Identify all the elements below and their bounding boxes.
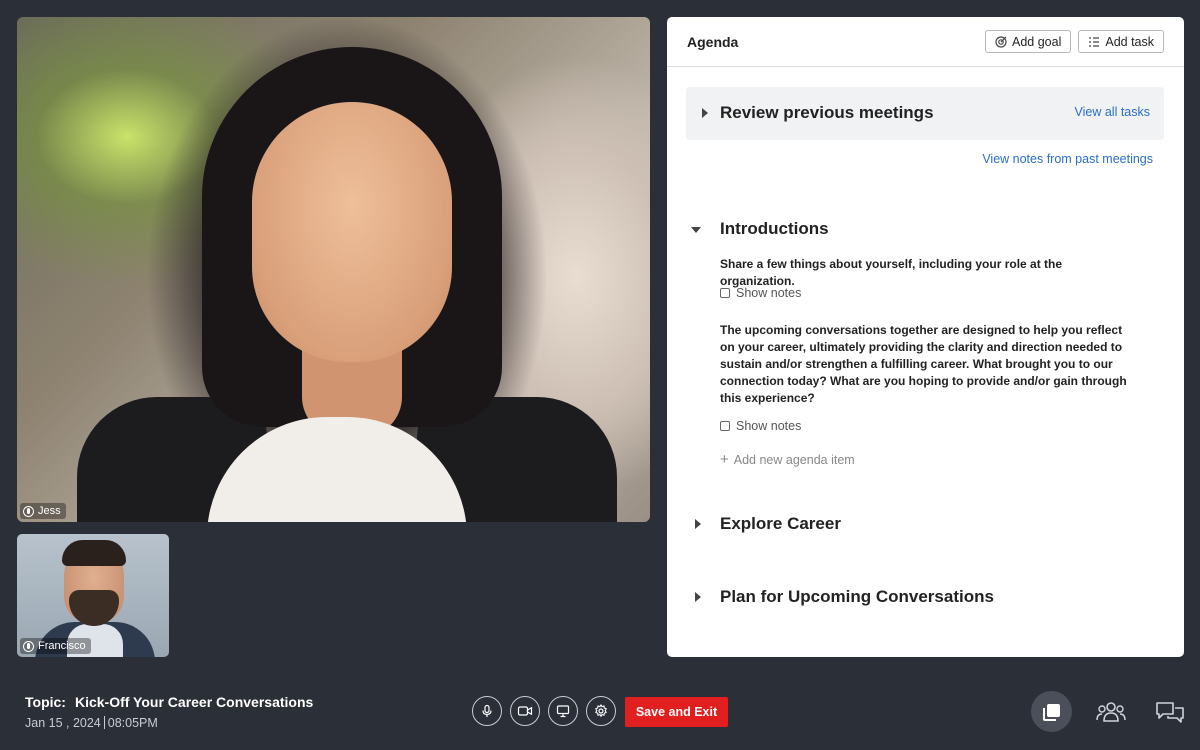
camera-button[interactable] <box>510 696 540 726</box>
add-agenda-item-label: Add new agenda item <box>733 452 855 467</box>
microphone-button[interactable] <box>472 696 502 726</box>
participant-name-tag: Jess <box>20 503 66 519</box>
chevron-right-icon[interactable] <box>695 592 701 602</box>
video-camera-icon <box>517 706 533 716</box>
thumb-figure-beard <box>69 590 119 626</box>
view-past-notes-link[interactable]: View notes from past meetings <box>982 152 1153 166</box>
chevron-right-icon[interactable] <box>702 108 708 118</box>
participant-name: Jess <box>38 505 61 517</box>
screen-share-icon <box>556 705 570 718</box>
chat-button[interactable] <box>1149 691 1190 732</box>
participant-name: Francisco <box>38 640 86 652</box>
microphone-muted-icon <box>23 505 34 517</box>
agenda-panel: Agenda Add goal Add task Review previous… <box>667 17 1184 657</box>
view-all-tasks-link[interactable]: View all tasks <box>1075 105 1151 119</box>
agenda-item-text: Share a few things about yourself, inclu… <box>720 257 1063 288</box>
show-notes-toggle[interactable]: Show notes <box>720 286 801 300</box>
review-section-title: Review previous meetings <box>720 103 934 122</box>
thumbnail-video-tile[interactable]: Francisco <box>17 534 169 657</box>
settings-button[interactable] <box>586 696 616 726</box>
save-and-exit-button[interactable]: Save and Exit <box>625 697 728 727</box>
introductions-section-title[interactable]: Introductions <box>720 219 829 239</box>
participants-icon <box>1095 701 1126 722</box>
microphone-icon <box>482 704 492 717</box>
thumb-figure-hair <box>62 540 126 566</box>
review-section-header[interactable]: Review previous meetings View all tasks <box>686 87 1164 140</box>
note-icon <box>720 288 730 298</box>
panel-toggles <box>1031 691 1190 732</box>
add-goal-label: Add goal <box>1012 34 1062 49</box>
show-notes-toggle[interactable]: Show notes <box>720 419 801 433</box>
plus-icon: + <box>720 451 729 468</box>
agenda-title: Agenda <box>687 33 739 50</box>
meeting-date: Jan 15 , 2024 <box>25 716 101 730</box>
target-icon <box>995 35 1007 48</box>
gear-icon <box>595 704 607 718</box>
add-task-button[interactable]: Add task <box>1078 30 1164 53</box>
topic-label: Topic: <box>25 694 66 710</box>
chevron-down-icon[interactable] <box>691 227 701 233</box>
datetime-divider <box>103 716 105 729</box>
plan-section-title[interactable]: Plan for Upcoming Conversations <box>720 587 994 607</box>
meeting-datetime: Jan 15 , 2024 08:05PM <box>25 716 158 730</box>
participants-button[interactable] <box>1090 691 1131 732</box>
agenda-item-text: The upcoming conversations together are … <box>720 323 1127 405</box>
microphone-muted-icon <box>23 640 34 652</box>
show-notes-label: Show notes <box>736 419 802 433</box>
screen-share-button[interactable] <box>548 696 578 726</box>
note-icon <box>720 421 730 431</box>
notes-stack-icon <box>1042 703 1060 721</box>
topic-title: Kick-Off Your Career Conversations <box>74 694 314 710</box>
agenda-header-actions: Add goal Add task <box>985 30 1164 53</box>
checklist-icon <box>1089 36 1100 47</box>
video-figure-face <box>252 102 452 362</box>
participant-name-tag: Francisco <box>20 638 91 654</box>
agenda-header: Agenda Add goal Add task <box>667 17 1184 67</box>
add-goal-button[interactable]: Add goal <box>985 30 1072 53</box>
add-agenda-item-button[interactable]: + Add new agenda item <box>720 451 855 468</box>
meeting-time: 08:05PM <box>107 716 158 730</box>
call-controls <box>472 696 616 726</box>
show-notes-label: Show notes <box>736 286 802 300</box>
agenda-toggle-button[interactable] <box>1031 691 1072 732</box>
chat-icon <box>1155 701 1184 723</box>
add-task-label: Add task <box>1105 34 1154 49</box>
explore-career-section-title[interactable]: Explore Career <box>720 514 841 534</box>
meeting-topic: Topic: Kick-Off Your Career Conversations <box>25 694 313 710</box>
chevron-right-icon[interactable] <box>695 519 701 529</box>
main-video-tile[interactable]: Jess <box>17 17 650 522</box>
